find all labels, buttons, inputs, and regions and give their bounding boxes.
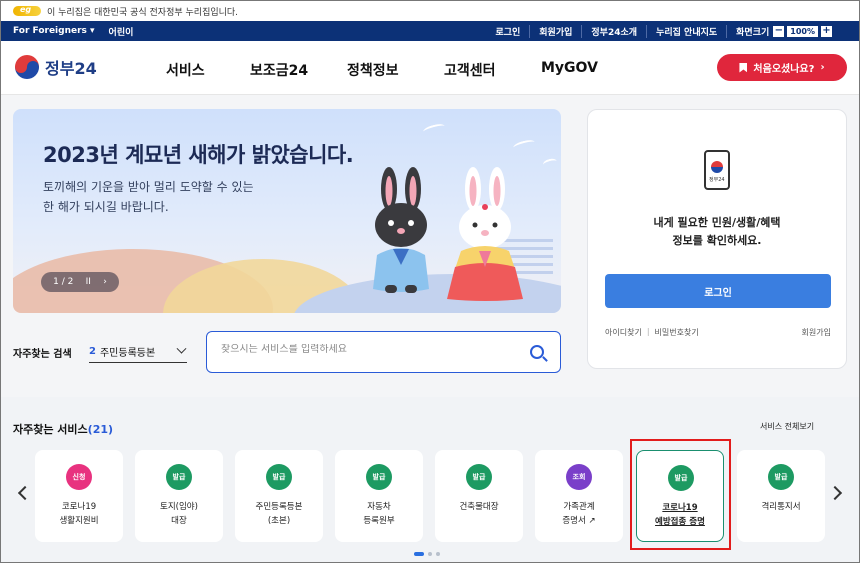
service-badge: 발급	[366, 464, 392, 490]
banner-subtitle-line2: 한 해가 되시길 바랍니다.	[43, 200, 169, 214]
phone-label: 정부24	[709, 177, 725, 183]
zoom-out-button[interactable]: −	[773, 25, 785, 37]
pause-icon[interactable]: II	[86, 277, 91, 287]
util-login-link[interactable]: 로그인	[486, 25, 529, 38]
service-label: 토지(임야) 대장	[160, 502, 198, 526]
service-label: 주민등록등본 (초본)	[255, 502, 303, 526]
carousel-dot[interactable]	[436, 552, 440, 556]
highlight-annotation-box	[630, 439, 731, 550]
taegeuk-small-icon	[711, 161, 723, 173]
service-badge: 발급	[768, 464, 794, 490]
main-banner[interactable]: 2023년 계묘년 새해가 밝았습니다. 토끼해의 기운을 받아 멀리 도약할 …	[13, 109, 561, 313]
dark-rabbit-illustration	[373, 167, 429, 293]
service-card-resident-registration[interactable]: 발급 주민등록등본 (초본)	[235, 450, 323, 542]
service-badge: 조회	[566, 464, 592, 490]
service-badge: 신청	[66, 464, 92, 490]
login-links: 아이디찾기 | 비밀번호찾기 회원가입	[605, 327, 831, 338]
service-badge: 발급	[266, 464, 292, 490]
carousel-dots	[414, 552, 440, 556]
for-foreigners-menu[interactable]: For Foreigners ▾	[13, 26, 95, 36]
find-id-link[interactable]: 아이디찾기	[605, 327, 642, 338]
find-password-link[interactable]: 비밀번호찾기	[655, 327, 699, 338]
carousel-next-icon[interactable]	[827, 485, 843, 501]
login-button[interactable]: 로그인	[605, 274, 831, 308]
mobile-phone-icon: 정부24	[704, 150, 730, 190]
nav-subsidy24[interactable]: 보조금24	[250, 60, 308, 80]
login-message-line2: 정보를 확인하세요.	[672, 234, 762, 247]
next-slide-icon[interactable]: ›	[103, 277, 107, 287]
official-notice-text: 이 누리집은 대한민국 공식 전자정부 누리집입니다.	[47, 7, 239, 18]
carousel-prev-icon[interactable]	[17, 485, 33, 501]
chevron-right-icon: ›	[820, 62, 825, 73]
zoom-in-button[interactable]: +	[821, 25, 832, 37]
frequent-search-rank: 2	[89, 346, 96, 357]
login-card: 정부24 내게 필요한 민원/생활/혜택 정보를 확인하세요. 로그인 아이디찾…	[587, 109, 847, 369]
service-card-vehicle-register[interactable]: 발급 자동차 등록원부	[335, 450, 423, 542]
frequent-search-label: 자주찾는 검색	[13, 349, 72, 360]
search-icon[interactable]	[530, 345, 544, 359]
carousel-dot-active[interactable]	[414, 552, 424, 556]
crane-icon	[512, 138, 536, 152]
kids-link[interactable]: 어린이	[109, 25, 134, 38]
frequent-services-title: 자주찾는 서비스(21)	[13, 421, 113, 437]
banner-title: 2023년 계묘년 새해가 밝았습니다.	[43, 143, 354, 167]
banner-subtitle-line1: 토끼해의 기운을 받아 멀리 도약할 수 있는	[43, 180, 254, 194]
signup-link[interactable]: 회원가입	[802, 327, 831, 338]
chevron-down-icon	[176, 343, 187, 354]
search-box	[206, 331, 561, 373]
login-card-message: 내게 필요한 민원/생활/혜택 정보를 확인하세요.	[588, 214, 846, 250]
utility-bar: For Foreigners ▾ 어린이 로그인 회원가입 정부24소개 누리집…	[1, 21, 859, 41]
frequent-search-value: 주민등록등본	[99, 348, 156, 359]
crane-icon	[542, 157, 558, 169]
zoom-control: 화면크기 − 100% +	[726, 24, 841, 38]
first-visit-button[interactable]: 처음오셨나요? ›	[717, 54, 847, 81]
banner-subtitle: 토끼해의 기운을 받아 멀리 도약할 수 있는 한 해가 되시길 바랍니다.	[43, 177, 254, 217]
service-card-family-relation-certificate[interactable]: 조회 가족관계 증명서 ↗	[535, 450, 623, 542]
bookmark-icon	[739, 62, 748, 73]
carousel-dot[interactable]	[428, 552, 432, 556]
site-logo[interactable]: 정부24	[15, 55, 97, 79]
service-card-covid-living-support[interactable]: 신청 코로나19 생활지원비	[35, 450, 123, 542]
services-title-text: 자주찾는 서비스	[13, 423, 88, 436]
service-label: 코로나19 생활지원비	[59, 502, 99, 526]
nav-services[interactable]: 서비스	[166, 60, 205, 80]
service-card-land-register[interactable]: 발급 토지(임야) 대장	[135, 450, 223, 542]
service-label: 자동차 등록원부	[363, 502, 395, 526]
service-badge: 발급	[166, 464, 192, 490]
logo-text: 정부24	[45, 59, 97, 78]
search-input[interactable]	[221, 344, 511, 355]
crane-icon	[422, 122, 446, 136]
frequent-search-select[interactable]: 2 주민등록등본	[89, 341, 187, 363]
main-header: 정부24 서비스 보조금24 정책정보 고객센터 MyGOV 처음오셨나요? ›	[1, 41, 859, 95]
egov-mark-icon	[13, 5, 41, 16]
first-visit-label: 처음오셨나요?	[753, 64, 815, 75]
nav-mygov[interactable]: MyGOV	[541, 60, 598, 76]
nav-policy-info[interactable]: 정책정보	[347, 60, 399, 80]
view-all-services-link[interactable]: 서비스 전체보기	[760, 421, 814, 432]
taegeuk-logo-icon	[15, 55, 39, 79]
util-signup-link[interactable]: 회원가입	[529, 24, 581, 38]
zoom-value: 100%	[787, 25, 818, 37]
zoom-label: 화면크기	[736, 27, 770, 38]
banner-page-indicator: 1 / 2	[53, 277, 74, 287]
login-message-line1: 내게 필요한 민원/생활/혜택	[653, 216, 781, 229]
util-about-link[interactable]: 정부24소개	[581, 24, 646, 38]
service-badge: 발급	[466, 464, 492, 490]
divider: |	[646, 327, 650, 336]
service-label: 가족관계 증명서 ↗	[562, 502, 596, 526]
service-card-building-register[interactable]: 발급 건축물대장	[435, 450, 523, 542]
util-sitemap-link[interactable]: 누리집 안내지도	[646, 24, 726, 38]
service-label: 격리통지서	[761, 502, 801, 512]
official-gov-strip: 이 누리집은 대한민국 공식 전자정부 누리집입니다.	[1, 1, 859, 21]
service-card-quarantine-notice[interactable]: 발급 격리통지서	[737, 450, 825, 542]
banner-pager: 1 / 2 II ›	[41, 272, 119, 292]
white-rabbit-illustration	[447, 167, 523, 301]
service-label: 건축물대장	[459, 502, 499, 512]
for-foreigners-label: For Foreigners	[13, 26, 87, 36]
services-count: (21)	[87, 423, 114, 436]
nav-customer-center[interactable]: 고객센터	[444, 60, 496, 80]
